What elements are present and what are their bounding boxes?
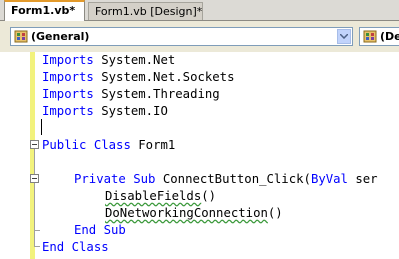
tab-label: Form1.vb* [11, 4, 76, 17]
keyword: Imports [42, 70, 94, 84]
undefined-call: DoNetworkingConnection [105, 206, 268, 220]
chevron-down-icon[interactable] [337, 29, 351, 44]
indicator-margin [0, 52, 28, 259]
keyword: Private [74, 172, 126, 186]
code-text-span: ConnectButton_Click( [155, 172, 311, 186]
code-text-span: () [267, 206, 283, 220]
code-line: Imports System.Threading [42, 86, 220, 103]
keyword: ByVal [310, 172, 348, 186]
code-line: Imports System.Net [42, 52, 175, 69]
method-icon [363, 30, 377, 43]
collapse-class-icon[interactable] [30, 140, 39, 149]
outline-end-tick [34, 230, 40, 231]
code-line: End Sub [74, 222, 126, 239]
code-text-span: System.Net [93, 53, 176, 67]
keyword: Class [71, 240, 109, 254]
code-line: DisableFields() [105, 188, 216, 205]
outline-end-tick [34, 246, 40, 247]
code-editor[interactable]: Imports System.Net Imports System.Net.So… [0, 52, 399, 259]
tab-label: Form1.vb [Design]* [95, 5, 203, 18]
keyword: End [42, 240, 65, 254]
tab-form1-design[interactable]: Form1.vb [Design]* [88, 2, 203, 20]
code-text-span: Form1 [130, 138, 176, 152]
keyword: Imports [42, 53, 94, 67]
code-line: Private Sub ConnectButton_Click(ByVal se… [74, 171, 378, 188]
keyword: End [74, 223, 97, 237]
class-icon [14, 30, 28, 43]
keyword: Public [42, 138, 87, 152]
keyword: Sub [133, 172, 156, 186]
code-text-span: System.Net.Sockets [93, 70, 235, 84]
code-line: Imports System.IO [42, 103, 168, 120]
code-line: End Class [42, 239, 109, 256]
code-line: Public Class Form1 [42, 137, 175, 154]
document-tab-strip: Form1.vb* Form1.vb [Design]* [0, 0, 399, 21]
code-text-span: System.IO [93, 104, 168, 118]
navigation-bar: (General) (Dec [0, 21, 399, 53]
code-text-span: System.Threading [93, 87, 220, 101]
collapse-sub-icon[interactable] [30, 174, 39, 183]
code-text-span: ser [347, 172, 378, 186]
undefined-call: DisableFields [105, 189, 202, 203]
method-name-dropdown[interactable]: (Dec [359, 27, 399, 46]
code-line: Imports System.Net.Sockets [42, 69, 235, 86]
keyword: Class [93, 138, 131, 152]
keyword: Imports [42, 104, 94, 118]
code-text: Imports System.Net Imports System.Net.So… [42, 52, 378, 254]
class-name-dropdown[interactable]: (General) [10, 27, 353, 46]
class-name-value: (General) [31, 30, 90, 43]
method-name-value: (Dec [380, 30, 399, 43]
code-text-span: () [201, 189, 217, 203]
keyword: Imports [42, 87, 94, 101]
tab-form1-code[interactable]: Form1.vb* [4, 0, 85, 21]
keyword: Sub [103, 223, 126, 237]
code-line: DoNetworkingConnection() [105, 205, 283, 222]
outline-line [34, 149, 35, 246]
